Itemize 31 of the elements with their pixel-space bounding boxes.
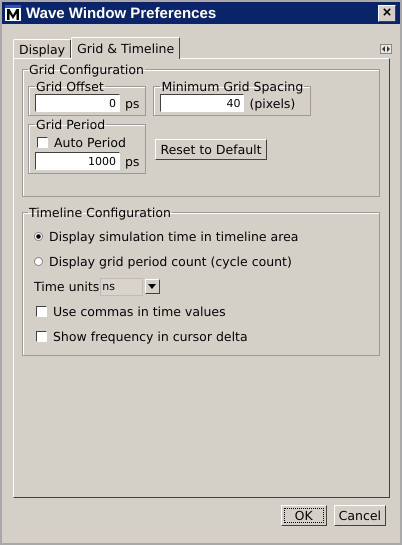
input-field[interactable]: 0 [35, 94, 120, 112]
checkbox[interactable] [36, 331, 47, 342]
group-title: Timeline Configuration [28, 205, 172, 220]
group-title: Grid Period [35, 117, 106, 132]
input-field[interactable]: 40 [160, 94, 244, 112]
input-field[interactable]: 1000 [35, 152, 120, 170]
group-title: Grid Offset [35, 79, 105, 94]
tab[interactable]: Grid & Timeline [71, 37, 180, 59]
reset-button[interactable]: Reset to Default [155, 139, 267, 160]
window-title: Wave Window Preferences [26, 4, 218, 22]
checkbox-label: Auto Period [54, 134, 126, 150]
close-button[interactable]: × [378, 4, 396, 22]
checkbox-label: Show frequency in cursor delta [53, 329, 248, 344]
unit-label: ps [125, 154, 140, 168]
tab[interactable]: Display [13, 39, 72, 58]
checkbox[interactable] [36, 306, 47, 317]
unit-label: (pixels) [249, 96, 296, 110]
group-title: Minimum Grid Spacing [160, 79, 304, 94]
radio-label: Display simulation time in timeline area [49, 229, 298, 244]
radio-button[interactable] [34, 232, 43, 241]
radio-label: Display grid period count (cycle count) [49, 254, 292, 269]
checkbox-label: Use commas in time values [53, 304, 226, 319]
checkbox[interactable] [37, 136, 48, 148]
unit-label: ps [125, 96, 140, 110]
radio-button[interactable] [34, 257, 43, 266]
app-icon [5, 5, 21, 21]
tab-scroll-icon[interactable] [380, 44, 392, 54]
group-title: Grid Configuration [28, 62, 145, 77]
field-label: Time units [34, 279, 100, 294]
ok-button[interactable]: OK [280, 505, 327, 526]
cancel-button[interactable]: Cancel [334, 505, 386, 526]
